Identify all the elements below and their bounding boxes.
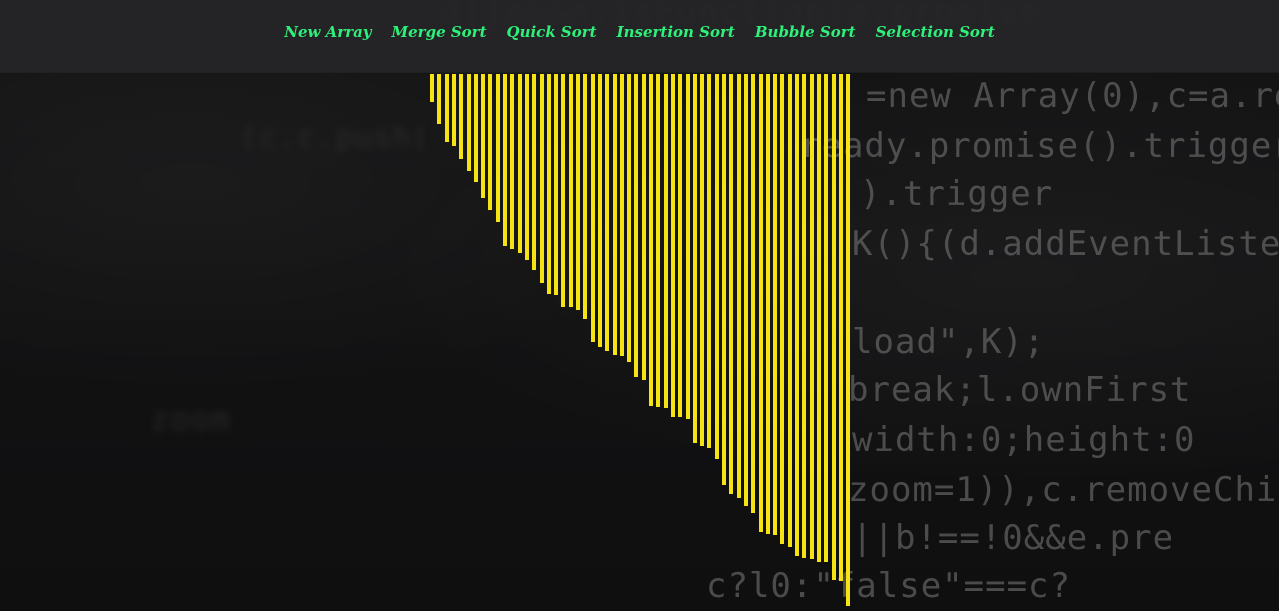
array-bar (466, 74, 471, 171)
array-bar (554, 74, 559, 295)
array-bar (583, 74, 588, 319)
array-bar (605, 74, 610, 351)
code-line: =new Array(0),c=a.ready.promise( (866, 76, 1279, 116)
array-bar (707, 74, 712, 448)
array-bar (451, 74, 456, 146)
code-line: width:0;height:0 (852, 420, 1196, 460)
merge-sort-button[interactable]: Merge Sort (392, 22, 487, 42)
array-bar (780, 74, 785, 544)
array-bar (743, 74, 748, 506)
array-bar (503, 74, 507, 246)
array-bar (656, 74, 661, 407)
array-bar (773, 74, 778, 535)
array-bar (824, 74, 829, 562)
array-bar (510, 74, 515, 249)
array-bar (758, 74, 763, 532)
array-bar (612, 74, 617, 355)
code-line: break;l.ownFirst (848, 370, 1192, 410)
selection-sort-button[interactable]: Selection Sort (876, 22, 995, 42)
bubble-sort-button[interactable]: Bubble Sort (755, 22, 856, 42)
array-bar (597, 74, 602, 347)
code-line: zoom=1)),c.removeChild (848, 470, 1279, 510)
array-bar (722, 74, 726, 485)
array-bar (663, 74, 668, 408)
array-bar (524, 74, 529, 260)
code-line: ||b!==!0&&e.pre (852, 518, 1175, 558)
code-line: K(){(d.addEventListener (852, 224, 1279, 264)
top-navbar: New Array Merge Sort Quick Sort Insertio… (0, 0, 1279, 72)
array-bar (838, 74, 843, 581)
code-line: ).trigger (860, 174, 1054, 214)
code-line: c?l0:"false"===c? (706, 566, 1071, 606)
array-bar (437, 74, 442, 124)
array-bar (444, 74, 449, 142)
array-bar (685, 74, 690, 419)
array-bar (430, 74, 434, 102)
array-bar (831, 74, 836, 580)
code-line: load",K); (852, 322, 1046, 362)
array-bar (678, 74, 683, 417)
array-bar (692, 74, 697, 443)
array-bar (736, 74, 741, 498)
array-bar (590, 74, 595, 342)
array-bar (561, 74, 566, 307)
array-bar (816, 74, 821, 562)
array-bar (619, 74, 624, 356)
array-bar (473, 74, 478, 182)
array-bar (787, 74, 792, 547)
array-bar (539, 74, 544, 283)
array-bar (532, 74, 537, 270)
quick-sort-button[interactable]: Quick Sort (507, 22, 597, 42)
array-bar (627, 74, 632, 362)
nav-menu: New Array Merge Sort Quick Sort Insertio… (0, 22, 1279, 42)
insertion-sort-button[interactable]: Insertion Sort (617, 22, 735, 42)
array-bar (517, 74, 522, 253)
array-bar (649, 74, 653, 406)
array-bar (700, 74, 705, 446)
array-bar (846, 74, 851, 606)
array-bar (714, 74, 719, 459)
array-bar (488, 74, 493, 210)
code-line: ready.promise().triggerHandler( (800, 126, 1279, 166)
array-bar (670, 74, 675, 417)
array-bar (802, 74, 807, 558)
array-bars (0, 0, 1279, 611)
array-bar (481, 74, 486, 198)
array-bar (546, 74, 551, 294)
array-bar (809, 74, 814, 559)
array-bar (634, 74, 639, 377)
array-bar (495, 74, 500, 222)
array-bar (459, 74, 464, 159)
array-bar (641, 74, 646, 380)
visualizer-stage: d||a&&n.isFunction(e.promise =new Array(… (0, 0, 1279, 611)
code-line: zoom (150, 400, 232, 438)
array-bar (568, 74, 573, 307)
code-line: (c.c.push( (240, 120, 431, 155)
array-bar (795, 74, 799, 556)
array-bar (729, 74, 734, 494)
array-bar (576, 74, 580, 310)
array-bar (751, 74, 756, 513)
background-code-image: d||a&&n.isFunction(e.promise =new Array(… (0, 0, 1279, 611)
array-bar (765, 74, 770, 534)
new-array-button[interactable]: New Array (284, 22, 371, 42)
